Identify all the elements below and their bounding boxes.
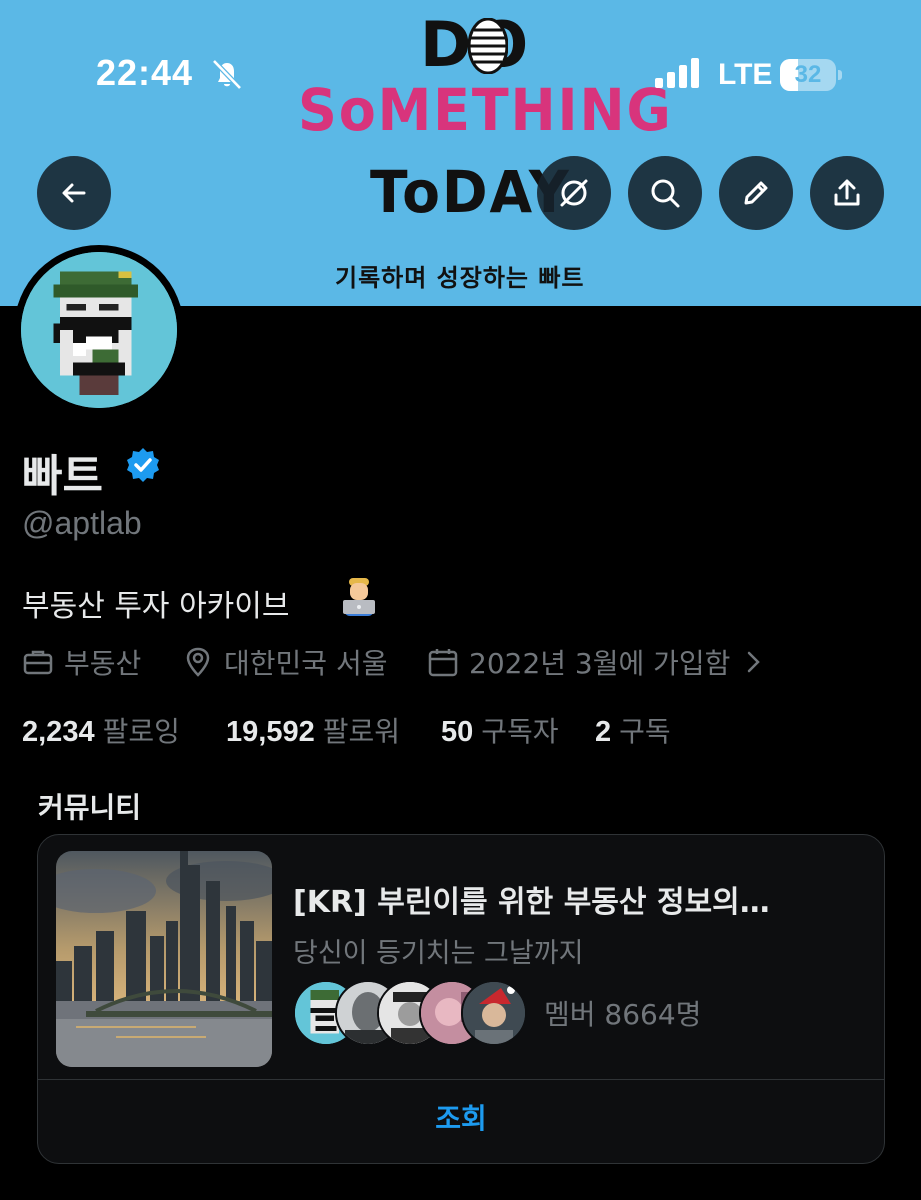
profile-avatar[interactable] [14,245,184,415]
banner-stripe-decoration [468,18,508,74]
banner-tagline: 기록하며 성장하는 빠트 [335,264,585,292]
briefcase-icon [23,650,53,675]
city-skyline-image [56,851,272,1067]
community-thumbnail [56,851,272,1067]
grok-icon [560,179,588,207]
search-button[interactable] [628,156,702,230]
back-button[interactable] [37,156,111,230]
location-pin-icon [186,647,210,677]
bell-muted-icon [212,59,242,90]
profile-handle: @aptlab [22,505,142,541]
location-text: 대한민국 서울 [224,647,388,680]
profile-category: 부동산 [22,644,141,680]
subscribers-label: 구독자 [481,715,559,748]
share-button[interactable] [810,156,884,230]
battery-level: 32 [794,61,822,88]
verified-badge-icon[interactable] [124,446,162,484]
profile-location: 대한민국 서울 [182,644,387,680]
subscriptions-stat[interactable]: 2 구독 [595,710,671,750]
following-stat[interactable]: 2,234 팔로잉 [22,710,180,750]
followers-stat[interactable]: 19,592 팔로워 [226,710,400,750]
search-icon [651,179,680,208]
signal-icon [655,58,699,88]
followers-label: 팔로워 [322,715,400,748]
following-label: 팔로잉 [102,715,180,748]
edit-icon [744,181,768,205]
member-avatar [461,980,527,1046]
joined-text: 2022년 3월에 가입함 [469,647,731,680]
subscriptions-label: 구독 [619,715,671,748]
back-arrow-icon [62,183,86,203]
card-divider [38,1079,884,1080]
subscriptions-count: 2 [595,716,612,748]
network-type: LTE [718,58,773,91]
technologist-emoji-icon [343,578,375,616]
grok-button[interactable] [537,156,611,230]
member-count: 멤버 8664명 [544,998,702,1031]
community-section-title: 커뮤니티 [38,791,142,824]
avatar-image [21,252,177,408]
edit-button[interactable] [719,156,793,230]
community-card[interactable]: [KR] 부린이를 위한 부동산 정보의… 당신이 등기치는 그날까지 멤버 8… [37,834,885,1164]
view-community-button[interactable]: 조회 [38,1097,884,1137]
community-title[interactable]: [KR] 부린이를 위한 부동산 정보의… [293,877,770,921]
community-subtitle: 당신이 등기치는 그날까지 [293,938,584,969]
subscribers-count: 50 [441,716,474,748]
profile-bio: 부동산 투자 아카이브 [22,589,290,624]
battery-icon: 32 [780,59,842,91]
chevron-right-icon [748,651,761,673]
followers-count: 19,592 [226,716,315,748]
profile-joined[interactable]: 2022년 3월에 가입함 [427,644,764,680]
banner-art-line2: SoMETHING [298,76,673,144]
following-count: 2,234 [22,716,95,748]
category-text: 부동산 [64,647,142,680]
status-time: 22:44 [96,52,194,93]
subscribers-stat[interactable]: 50 구독자 [441,710,559,750]
profile-name: 빠트 [22,451,103,502]
share-icon [834,179,860,206]
calendar-icon [428,649,458,677]
member-avatars [293,980,533,1046]
